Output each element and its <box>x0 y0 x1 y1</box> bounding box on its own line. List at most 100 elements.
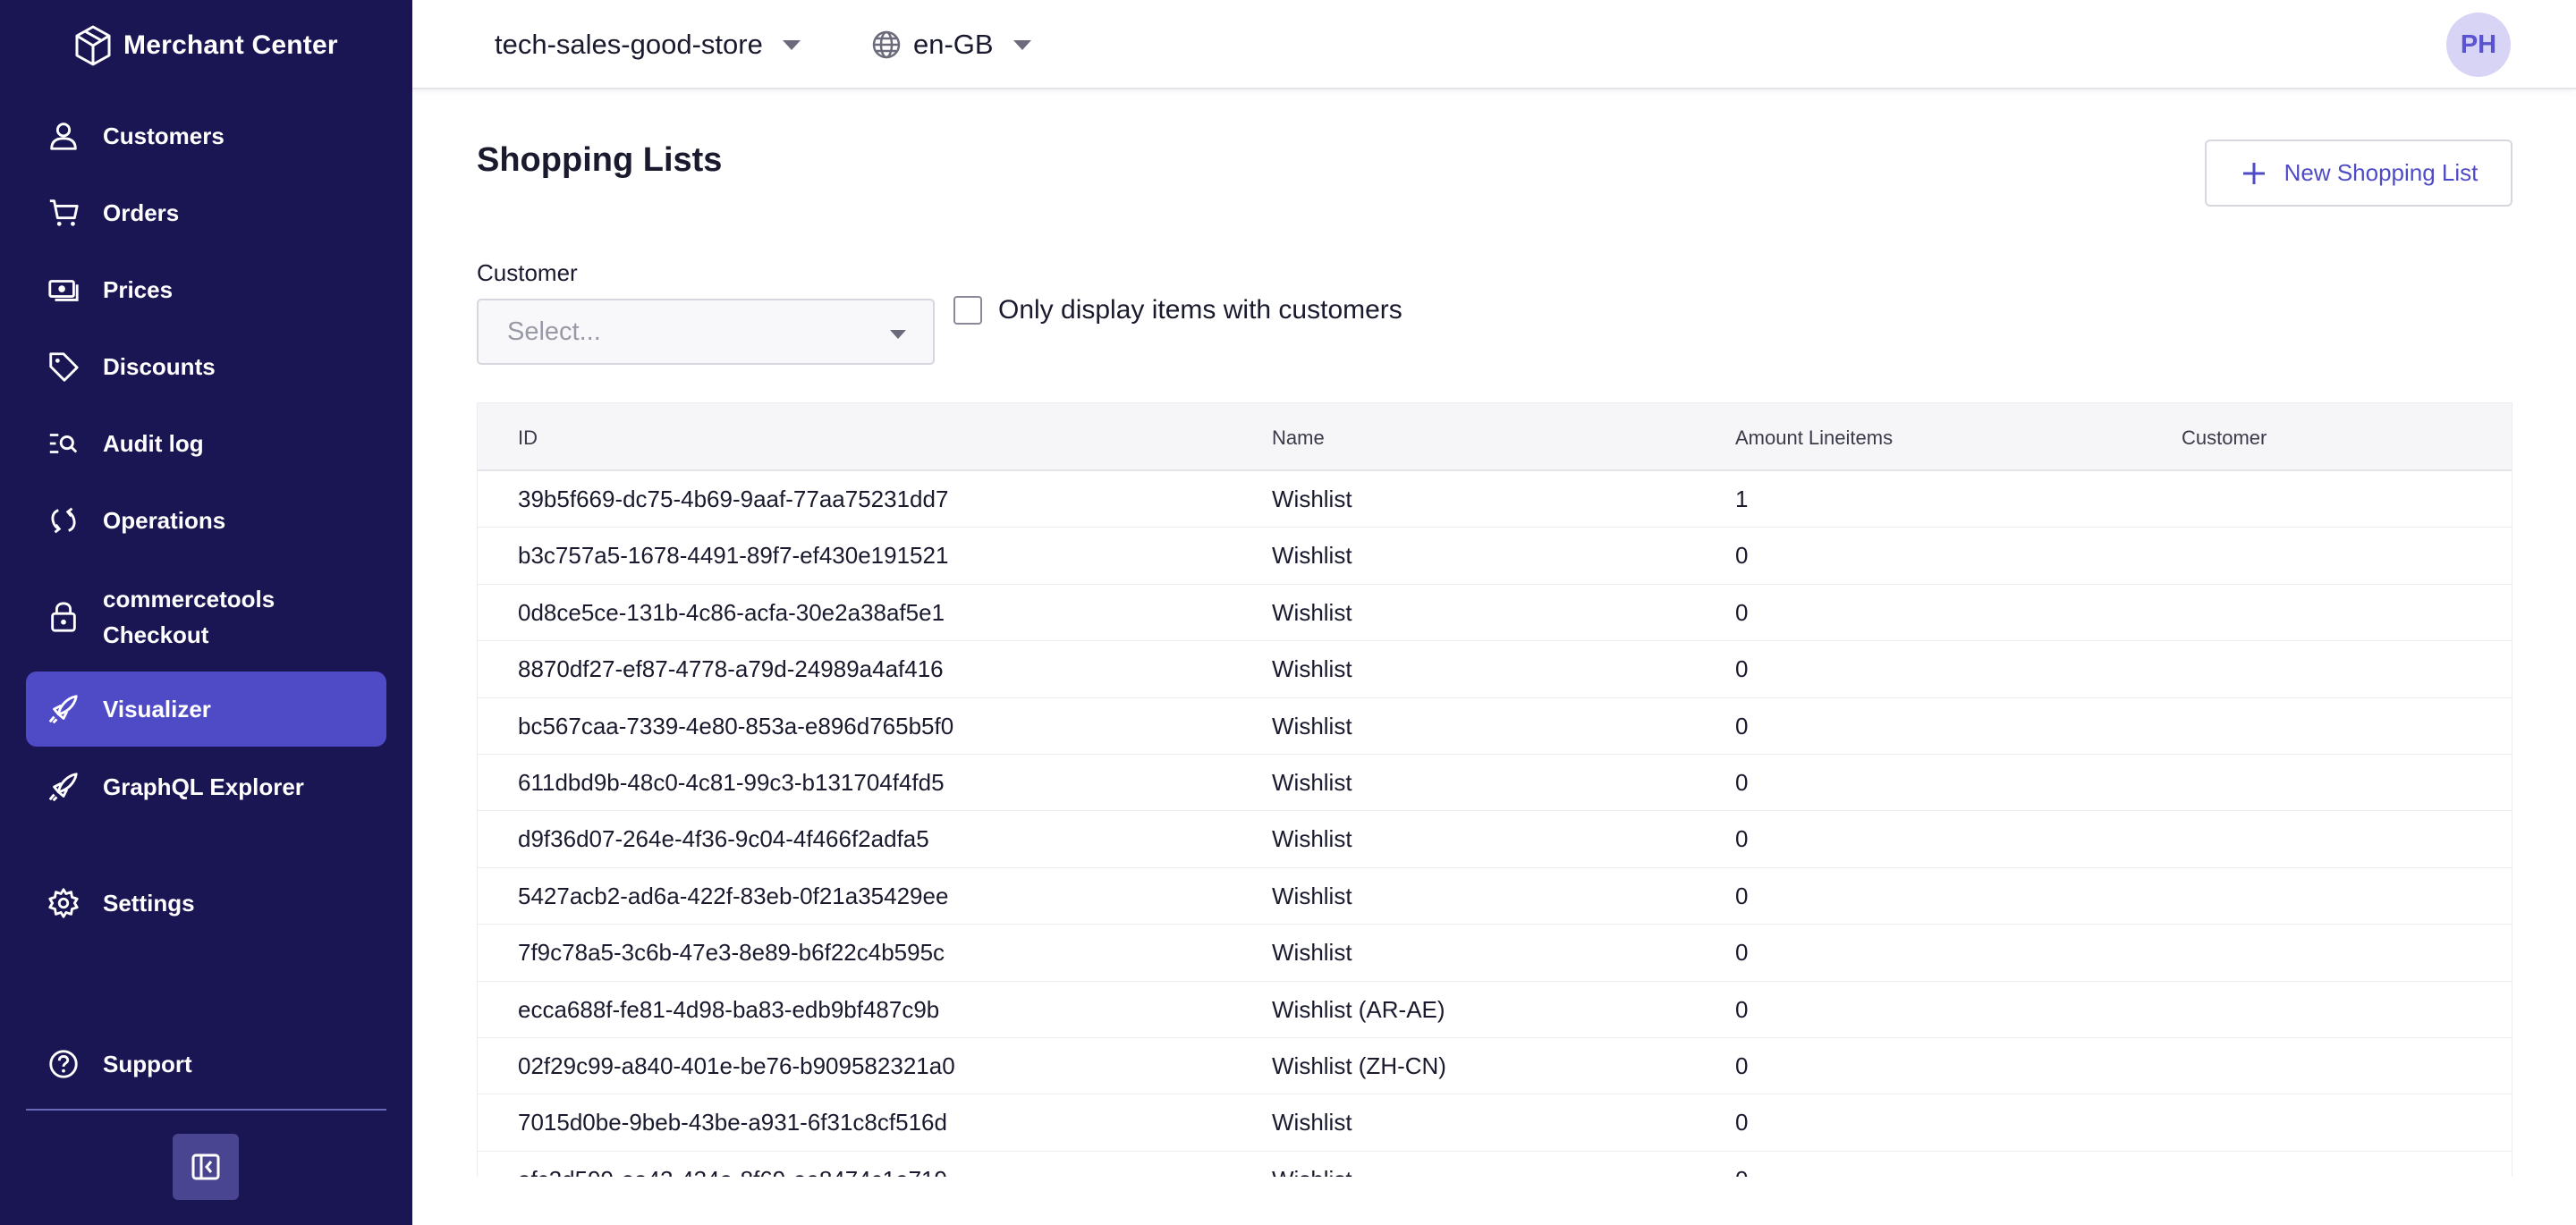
sidebar-item-label: Discounts <box>103 353 216 380</box>
cell-name: Wishlist <box>1272 825 1352 853</box>
brand[interactable]: Merchant Center <box>73 25 338 66</box>
only-customers-checkbox[interactable] <box>953 296 982 325</box>
sidebar-item-checkout[interactable]: commercetools Checkout <box>26 578 386 656</box>
cell-amount-lineitems: 0 <box>1735 939 1749 967</box>
table-row[interactable]: ecca688f-fe81-4d98-ba83-edb9bf487c9b Wish… <box>478 982 2512 1038</box>
cell-amount-lineitems: 0 <box>1735 825 1749 853</box>
cell-amount-lineitems: 0 <box>1735 1109 1749 1136</box>
sidebar-item-discounts[interactable]: Discounts <box>26 329 386 404</box>
sidebar-item-label: Audit log <box>103 430 204 457</box>
locale-code: en-GB <box>913 29 994 60</box>
cell-name: Wishlist <box>1272 598 1352 626</box>
user-icon <box>46 118 81 154</box>
customer-select[interactable]: Select... <box>477 299 935 365</box>
table-row[interactable]: 39b5f669-dc75-4b69-9aaf-77aa75231dd7 Wish… <box>478 471 2512 528</box>
lock-icon <box>46 599 81 635</box>
cell-amount-lineitems: 0 <box>1735 882 1749 909</box>
new-shopping-list-button[interactable]: New Shopping List <box>2205 139 2512 207</box>
chevron-down-icon <box>1013 39 1031 50</box>
brand-name: Merchant Center <box>123 30 338 60</box>
cart-icon <box>46 195 81 231</box>
help-icon <box>46 1046 81 1082</box>
locale-switcher[interactable]: en-GB <box>870 25 1031 64</box>
cell-amount-lineitems: 0 <box>1735 995 1749 1023</box>
sidebar-item-label: Settings <box>103 890 195 917</box>
project-name: tech-sales-good-store <box>495 29 763 60</box>
sidebar-item-settings[interactable]: Settings <box>26 866 386 941</box>
column-header-id[interactable]: ID <box>518 403 538 472</box>
collapse-sidebar-button[interactable] <box>173 1134 239 1200</box>
cell-id: d9f36d07-264e-4f36-9c04-4f466f2adfa5 <box>518 825 929 853</box>
sidebar-item-label: GraphQL Explorer <box>103 773 304 800</box>
cell-id: ecca688f-fe81-4d98-ba83-edb9bf487c9b <box>518 995 940 1023</box>
new-shopping-list-label: New Shopping List <box>2284 159 2479 186</box>
sidebar-item-visualizer[interactable]: Visualizer <box>26 672 386 747</box>
sidebar-item-audit-log[interactable]: Audit log <box>26 406 386 481</box>
cell-amount-lineitems: 0 <box>1735 542 1749 570</box>
sidebar-divider <box>26 1109 386 1111</box>
table-row[interactable]: 7f9c78a5-3c6b-47e3-8e89-b6f22c4b595c Wish… <box>478 925 2512 982</box>
sidebar-item-support[interactable]: Support <box>26 1026 386 1102</box>
table-row[interactable]: 7015d0be-9beb-43be-a931-6f31c8cf516d Wish… <box>478 1094 2512 1152</box>
only-customers-filter[interactable]: Only display items with customers <box>953 295 1402 325</box>
table-row[interactable]: bc567caa-7339-4e80-853a-e896d765b5f0 Wish… <box>478 698 2512 755</box>
cell-amount-lineitems: 0 <box>1735 655 1749 683</box>
sidebar-item-label: Visualizer <box>103 696 211 722</box>
sidebar-item-label: Customers <box>103 122 225 149</box>
cell-name: Wishlist <box>1272 939 1352 967</box>
only-customers-label: Only display items with customers <box>998 295 1402 325</box>
cell-id: 0d8ce5ce-131b-4c86-acfa-30e2a38af5e1 <box>518 598 945 626</box>
column-header-customer[interactable]: Customer <box>2182 403 2267 472</box>
table-row[interactable]: b3c757a5-1678-4491-89f7-ef430e191521 Wish… <box>478 528 2512 585</box>
table-row[interactable]: afc2d599-ea42-434e-8f69-ee8474c1e719 Wish… <box>478 1152 2512 1177</box>
cell-name: Wishlist <box>1272 542 1352 570</box>
customer-filter-label: Customer <box>477 259 578 286</box>
commercetools-logo-icon <box>75 25 111 66</box>
cell-id: 39b5f669-dc75-4b69-9aaf-77aa75231dd7 <box>518 486 949 512</box>
collapse-sidebar-icon <box>191 1153 220 1180</box>
table-row[interactable]: d9f36d07-264e-4f36-9c04-4f466f2adfa5 Wish… <box>478 811 2512 868</box>
sidebar-item-label: Prices <box>103 276 174 303</box>
avatar[interactable]: PH <box>2446 13 2511 77</box>
customer-select-placeholder: Select... <box>507 317 601 346</box>
cell-amount-lineitems: 0 <box>1735 768 1749 796</box>
sidebar: Merchant Center Customers Orders Prices … <box>0 0 412 1225</box>
sidebar-item-orders[interactable]: Orders <box>26 175 386 250</box>
cell-amount-lineitems: 0 <box>1735 1152 1748 1177</box>
table-row[interactable]: 5427acb2-ad6a-422f-83eb-0f21a35429ee Wish… <box>478 868 2512 925</box>
table-header: ID Name Amount Lineitems Customer <box>478 402 2512 471</box>
column-header-name[interactable]: Name <box>1272 403 1325 472</box>
cell-name: Wishlist <box>1272 1152 1352 1177</box>
cell-id: 5427acb2-ad6a-422f-83eb-0f21a35429ee <box>518 882 949 909</box>
cell-amount-lineitems: 0 <box>1735 598 1749 626</box>
cell-name: Wishlist <box>1272 768 1352 796</box>
sidebar-item-customers[interactable]: Customers <box>26 98 386 173</box>
table-row[interactable]: 0d8ce5ce-131b-4c86-acfa-30e2a38af5e1 Wish… <box>478 585 2512 642</box>
cell-id: 02f29c99-a840-401e-be76-b909582321a0 <box>518 1052 955 1079</box>
cell-name: Wishlist <box>1272 655 1352 683</box>
sidebar-item-label: commercetools Checkout <box>103 586 275 648</box>
cell-id: 611dbd9b-48c0-4c81-99c3-b131704f4fd5 <box>518 768 945 796</box>
cell-id: 8870df27-ef87-4778-a79d-24989a4af416 <box>518 655 944 683</box>
sidebar-item-label: Orders <box>103 199 180 226</box>
sidebar-item-label: Operations <box>103 507 226 534</box>
cell-name: Wishlist <box>1272 712 1352 739</box>
table-row[interactable]: 02f29c99-a840-401e-be76-b909582321a0 Wish… <box>478 1038 2512 1095</box>
table-row[interactable]: 8870df27-ef87-4778-a79d-24989a4af416 Wish… <box>478 641 2512 698</box>
cell-id: afc2d599-ea42-434e-8f69-ee8474c1e719 <box>518 1152 947 1177</box>
cell-id: 7f9c78a5-3c6b-47e3-8e89-b6f22c4b595c <box>518 939 945 967</box>
sidebar-item-graphql-explorer[interactable]: GraphQL Explorer <box>26 749 386 824</box>
table-row[interactable]: 611dbd9b-48c0-4c81-99c3-b131704f4fd5 Wish… <box>478 755 2512 812</box>
rocket-icon <box>46 691 81 727</box>
shopping-lists-table: ID Name Amount Lineitems Customer 39b5f6… <box>477 402 2512 1177</box>
sidebar-item-prices[interactable]: Prices <box>26 252 386 327</box>
column-header-amount-lineitems[interactable]: Amount Lineitems <box>1735 403 1893 472</box>
cell-id: bc567caa-7339-4e80-853a-e896d765b5f0 <box>518 712 954 739</box>
project-switcher[interactable]: tech-sales-good-store <box>495 25 801 64</box>
sidebar-item-operations[interactable]: Operations <box>26 483 386 558</box>
cell-name: Wishlist <box>1272 1109 1352 1136</box>
top-bar: tech-sales-good-store en-GB PH <box>412 0 2576 89</box>
cell-name: Wishlist <box>1272 882 1352 909</box>
cell-id: 7015d0be-9beb-43be-a931-6f31c8cf516d <box>518 1109 947 1136</box>
chevron-down-icon <box>890 330 906 339</box>
